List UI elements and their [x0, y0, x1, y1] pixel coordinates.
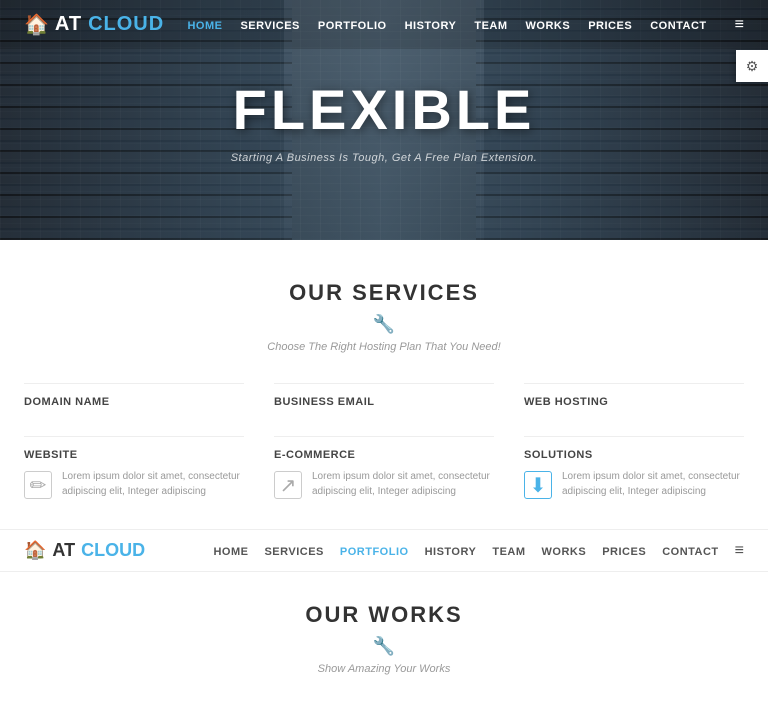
nav-link-services[interactable]: SERVICES	[240, 20, 299, 32]
service-icon-row: ✏ Lorem ipsum dolor sit amet, consectetu…	[24, 469, 244, 499]
nav-links-top: HOME SERVICES PORTFOLIO HISTORY TEAM WOR…	[187, 16, 744, 34]
sticky-logo-cloud: CLOUD	[81, 540, 145, 561]
services-icon: 🔧	[24, 314, 744, 335]
nav-links-sticky: HOME SERVICES PORTFOLIO HISTORY TEAM WOR…	[213, 542, 744, 560]
works-subtitle: Show Amazing Your Works	[24, 663, 744, 675]
ecommerce-icon: ↗	[274, 471, 302, 499]
services-grid: DOMAIN NAME BUSINESS EMAIL WEB HOSTING W…	[24, 383, 744, 499]
sticky-logo-at: AT	[52, 540, 75, 561]
service-desc-ecommerce: Lorem ipsum dolor sit amet, consectetur …	[312, 469, 494, 499]
service-name-website: WEBSITE	[24, 449, 244, 461]
service-divider	[24, 436, 244, 437]
service-name-solutions: SOLUTIONS	[524, 449, 744, 461]
works-section: OUR WORKS 🔧 Show Amazing Your Works	[0, 572, 768, 725]
nav-link-team[interactable]: TEAM	[474, 20, 507, 32]
sticky-nav-contact[interactable]: CONTACT	[662, 546, 718, 558]
service-name-email: BUSINESS EMAIL	[274, 396, 494, 408]
service-item-ecommerce: E-COMMERCE ↗ Lorem ipsum dolor sit amet,…	[274, 436, 494, 499]
service-desc-website: Lorem ipsum dolor sit amet, consectetur …	[62, 469, 244, 499]
logo-cloud-text: CLOUD	[88, 13, 164, 36]
website-icon: ✏	[24, 471, 52, 499]
settings-button[interactable]: ⚙	[736, 50, 768, 82]
service-item-email: BUSINESS EMAIL	[274, 383, 494, 416]
hamburger-icon[interactable]: ≡	[735, 16, 744, 33]
sticky-logo-icon: 🏠	[24, 540, 46, 561]
nav-link-contact[interactable]: CONTACT	[650, 20, 706, 32]
sticky-nav-services[interactable]: SERVICES	[264, 546, 323, 558]
service-divider	[524, 383, 744, 384]
service-item-hosting: WEB HOSTING	[524, 383, 744, 416]
service-divider	[24, 383, 244, 384]
sticky-nav-works[interactable]: WORKS	[542, 546, 587, 558]
nav-link-home[interactable]: HOME	[187, 20, 222, 32]
works-header: OUR WORKS 🔧 Show Amazing Your Works	[24, 602, 744, 675]
solutions-icon: ⬇	[524, 471, 552, 499]
hero-content: FLEXIBLE Starting A Business Is Tough, G…	[231, 77, 538, 164]
sticky-nav-portfolio[interactable]: PORTFOLIO	[340, 546, 409, 558]
services-title: OUR SERVICES	[24, 280, 744, 306]
nav-link-history[interactable]: HISTORY	[405, 20, 457, 32]
services-header: OUR SERVICES 🔧 Choose The Right Hosting …	[24, 280, 744, 353]
sticky-nav-team[interactable]: TEAM	[492, 546, 525, 558]
services-subtitle: Choose The Right Hosting Plan That You N…	[24, 341, 744, 353]
navbar-top: 🏠 AT CLOUD HOME SERVICES PORTFOLIO HISTO…	[0, 0, 768, 49]
hero-section: 🏠 AT CLOUD HOME SERVICES PORTFOLIO HISTO…	[0, 0, 768, 240]
service-divider	[524, 436, 744, 437]
hero-title: FLEXIBLE	[231, 77, 538, 142]
sticky-logo[interactable]: 🏠 AT CLOUD	[24, 540, 145, 561]
service-divider	[274, 436, 494, 437]
service-icon-row: ⬇ Lorem ipsum dolor sit amet, consectetu…	[524, 469, 744, 499]
service-name-ecommerce: E-COMMERCE	[274, 449, 494, 461]
logo[interactable]: 🏠 AT CLOUD	[24, 12, 164, 37]
gear-icon: ⚙	[746, 58, 759, 75]
logo-at-text: AT	[55, 13, 82, 36]
works-icon: 🔧	[24, 636, 744, 657]
logo-icon: 🏠	[24, 12, 49, 37]
service-name-domain: DOMAIN NAME	[24, 396, 244, 408]
service-item-solutions: SOLUTIONS ⬇ Lorem ipsum dolor sit amet, …	[524, 436, 744, 499]
navbar-sticky: 🏠 AT CLOUD HOME SERVICES PORTFOLIO HISTO…	[0, 529, 768, 572]
nav-link-works[interactable]: WORKS	[526, 20, 571, 32]
nav-link-portfolio[interactable]: PORTFOLIO	[318, 20, 387, 32]
hero-subtitle: Starting A Business Is Tough, Get A Free…	[231, 152, 538, 164]
service-item-website: WEBSITE ✏ Lorem ipsum dolor sit amet, co…	[24, 436, 244, 499]
sticky-nav-home[interactable]: HOME	[213, 546, 248, 558]
sticky-nav-history[interactable]: HISTORY	[425, 546, 477, 558]
service-desc-solutions: Lorem ipsum dolor sit amet, consectetur …	[562, 469, 744, 499]
works-title: OUR WORKS	[24, 602, 744, 628]
service-item-domain: DOMAIN NAME	[24, 383, 244, 416]
service-name-hosting: WEB HOSTING	[524, 396, 744, 408]
nav-link-prices[interactable]: PRICES	[588, 20, 632, 32]
sticky-nav-prices[interactable]: PRICES	[602, 546, 646, 558]
sticky-hamburger-icon[interactable]: ≡	[735, 542, 744, 559]
services-section: OUR SERVICES 🔧 Choose The Right Hosting …	[0, 240, 768, 529]
service-divider	[274, 383, 494, 384]
service-icon-row: ↗ Lorem ipsum dolor sit amet, consectetu…	[274, 469, 494, 499]
